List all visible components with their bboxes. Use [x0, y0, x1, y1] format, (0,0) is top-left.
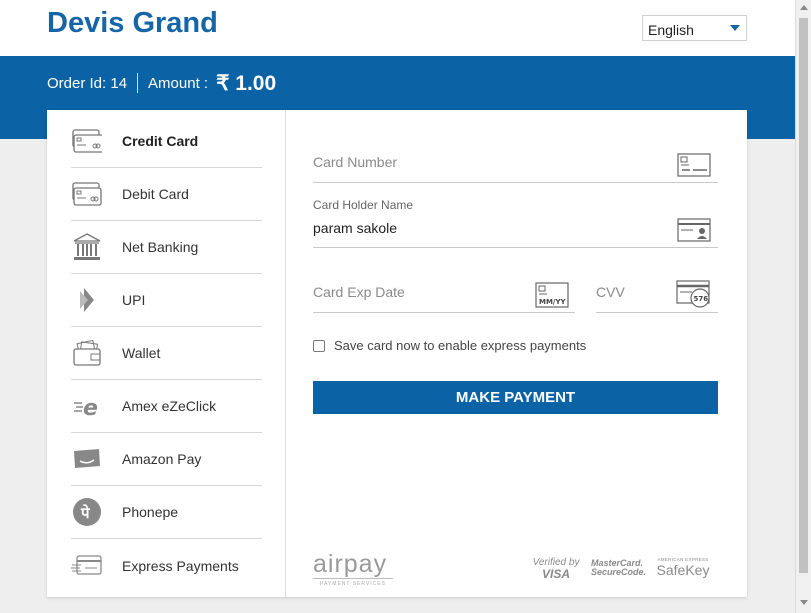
- card-holder-label: Card Holder Name: [313, 198, 414, 212]
- card-payment-form: Card Number Card Holder Name param sakol…: [313, 110, 718, 597]
- save-card-option[interactable]: Save card now to enable express payments: [313, 338, 586, 353]
- sidebar-item-label: Amex eZeClick: [122, 398, 217, 414]
- mastercard-securecode-badge: MasterCard. SecureCode.: [591, 559, 647, 577]
- sidebar-item-express-payments[interactable]: Express Payments: [71, 539, 262, 592]
- amex-badge-bottom: SafeKey: [656, 561, 710, 578]
- visa-badge-bottom: VISA: [541, 567, 570, 581]
- wallet-icon: [71, 337, 103, 369]
- order-id-value: 14: [110, 74, 128, 92]
- express-payments-icon: [71, 550, 103, 582]
- airpay-tagline: PAYMENT SERVICES: [313, 578, 393, 587]
- order-id-label: Order Id:: [47, 74, 107, 92]
- calendar-card-icon: MM/YY: [535, 282, 569, 313]
- id-card-icon: [677, 218, 711, 247]
- language-selected: English: [648, 22, 694, 38]
- amex-ezeclick-icon: e: [71, 390, 103, 422]
- sidebar-item-label: UPI: [122, 292, 146, 308]
- save-card-label: Save card now to enable express payments: [334, 338, 587, 353]
- sidebar-item-amex-ezeclick[interactable]: e Amex eZeClick: [71, 380, 262, 433]
- airpay-logo: airpay PAYMENT SERVICES: [313, 550, 393, 587]
- payment-method-sidebar: Credit Card Debit Card Net Banking UPI W: [47, 110, 286, 597]
- sidebar-item-debit-card[interactable]: Debit Card: [71, 168, 262, 221]
- svg-text:e: e: [83, 396, 98, 418]
- sidebar-item-label: Express Payments: [122, 557, 239, 574]
- mc-badge-bottom: SecureCode.: [591, 567, 647, 577]
- sidebar-item-label: Debit Card: [122, 186, 189, 202]
- order-divider: [137, 73, 139, 93]
- card-exp-date-placeholder: Card Exp Date: [313, 284, 405, 300]
- airpay-name: airpay: [313, 550, 388, 578]
- cvv-field[interactable]: CVV 576: [596, 275, 718, 313]
- exp-format-text: MM/YY: [539, 298, 567, 306]
- make-payment-button[interactable]: MAKE PAYMENT: [313, 381, 718, 414]
- payment-panel: Credit Card Debit Card Net Banking UPI W: [47, 110, 747, 597]
- card-number-placeholder: Card Number: [313, 154, 398, 170]
- sidebar-item-credit-card[interactable]: Credit Card: [71, 115, 262, 168]
- amex-safekey-badge: AMERICAN EXPRESS SafeKey: [651, 557, 715, 578]
- cvv-card-icon: 576: [676, 280, 712, 313]
- amazon-pay-icon: [71, 443, 103, 475]
- debit-card-icon: [71, 178, 103, 210]
- amount-label: Amount :: [148, 74, 209, 92]
- sidebar-item-net-banking[interactable]: Net Banking: [71, 221, 262, 274]
- save-card-checkbox[interactable]: [313, 339, 325, 352]
- sidebar-item-amazon-pay[interactable]: Amazon Pay: [71, 433, 262, 486]
- card-number-icon: [677, 153, 711, 182]
- bank-icon: [71, 231, 103, 263]
- sidebar-item-label: Net Banking: [122, 239, 199, 255]
- vertical-scrollbar[interactable]: [795, 0, 811, 613]
- sidebar-item-upi[interactable]: UPI: [71, 274, 262, 327]
- sidebar-item-phonepe[interactable]: पे Phonepe: [71, 486, 262, 539]
- cvv-sample-text: 576: [694, 295, 709, 303]
- sidebar-item-wallet[interactable]: Wallet: [71, 327, 262, 380]
- verified-by-visa-badge: Verified by VISA: [529, 558, 583, 581]
- order-summary: Order Id: 14 Amount : ₹ 1.00: [47, 70, 276, 96]
- card-holder-field[interactable]: Card Holder Name param sakole: [313, 198, 718, 248]
- sidebar-item-label: Wallet: [122, 345, 161, 361]
- scroll-down-arrow-icon[interactable]: [800, 600, 808, 605]
- card-holder-value: param sakole: [313, 220, 398, 236]
- sidebar-item-label: Credit Card: [122, 133, 199, 149]
- sidebar-item-label: Amazon Pay: [122, 451, 202, 467]
- scroll-thumb[interactable]: [799, 18, 808, 573]
- chevron-down-icon: [730, 25, 740, 31]
- sidebar-item-label: Phonepe: [122, 504, 179, 520]
- phonepe-icon: पे: [71, 496, 103, 528]
- cvv-placeholder: CVV: [596, 284, 625, 300]
- card-number-field[interactable]: Card Number: [313, 145, 718, 183]
- svg-text:पे: पे: [80, 504, 91, 522]
- merchant-name: Devis Grand: [47, 7, 218, 39]
- card-exp-date-field[interactable]: Card Exp Date MM/YY: [313, 275, 575, 313]
- credit-card-icon: [71, 125, 103, 157]
- top-bar: Devis Grand English: [0, 0, 795, 56]
- scroll-up-arrow-icon[interactable]: [800, 5, 808, 10]
- upi-icon: [71, 284, 103, 316]
- amount-value: ₹ 1.00: [216, 71, 277, 95]
- language-select[interactable]: English: [642, 15, 747, 41]
